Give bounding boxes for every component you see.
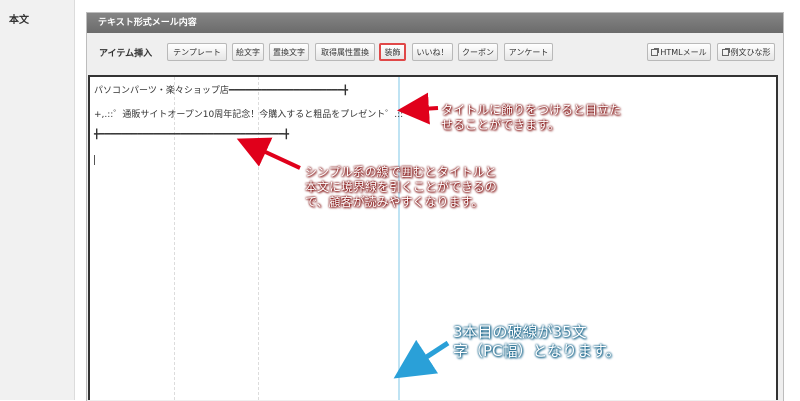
annotation-line: 本文に境界線を引くことができるの (305, 180, 497, 194)
blue-arrow (393, 339, 450, 379)
red-arrow-2 (236, 137, 301, 170)
annotation-guide-width: 3本目の破線が35文 字（PC幅）となります。 (453, 323, 621, 361)
annotation-line: タイトルに飾りをつけると目立た (441, 103, 622, 117)
annotation-line: シンプル系の線で囲むとタイトルと (305, 165, 497, 179)
annotation-line: で、顧客が読みやすくなります。 (305, 195, 484, 209)
annotation-line: せることができます。 (441, 118, 560, 132)
red-arrow-1 (397, 92, 439, 125)
annotation-line: 3本目の破線が35文 (453, 323, 587, 341)
annotation-border-lines: シンプル系の線で囲むとタイトルと 本文に境界線を引くことができるの で、顧客が読… (305, 165, 497, 210)
annotation-line: 字（PC幅）となります。 (453, 342, 621, 360)
annotation-decoration: タイトルに飾りをつけると目立た せることができます。 (441, 103, 621, 133)
